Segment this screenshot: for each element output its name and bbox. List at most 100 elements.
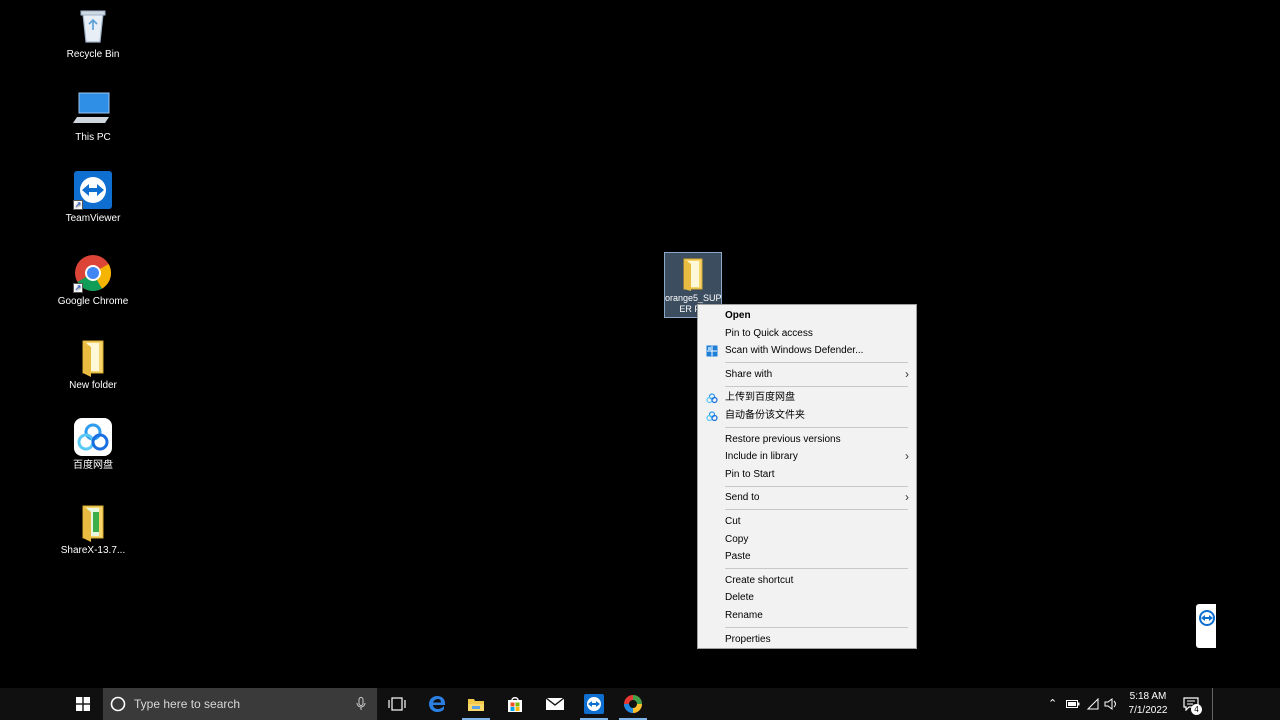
network-icon	[1087, 698, 1099, 710]
tray-device-button[interactable]	[1066, 688, 1082, 720]
menu-item-cut[interactable]: Cut	[698, 513, 916, 531]
desktop-icon-label: TeamViewer	[65, 213, 121, 224]
menu-item-label: 自动备份该文件夹	[725, 409, 805, 421]
desktop-icon-chrome[interactable]: ↗ Google Chrome	[55, 253, 131, 308]
menu-item-label: Share with	[725, 368, 773, 380]
desktop-icon-teamviewer[interactable]: ↗ TeamViewer	[55, 170, 131, 225]
windows-logo-icon	[76, 697, 90, 711]
recycle-bin-icon	[73, 6, 113, 46]
baidu-netdisk-icon	[706, 393, 718, 404]
shortcut-arrow-icon: ↗	[73, 283, 83, 293]
menu-item-label: Restore previous versions	[725, 433, 841, 445]
taskbar-file-explorer-button[interactable]	[456, 688, 496, 720]
menu-item-scan-defender[interactable]: Scan with Windows Defender...	[698, 342, 916, 360]
menu-item-label: 上传到百度网盘	[725, 392, 795, 404]
desktop-icon-label: Google Chrome	[57, 296, 129, 307]
menu-item-paste[interactable]: Paste	[698, 548, 916, 566]
mail-icon	[545, 697, 565, 710]
tray-network-button[interactable]	[1087, 688, 1101, 720]
chevron-right-icon: ›	[905, 490, 909, 505]
menu-item-upload-baidu[interactable]: 上传到百度网盘	[698, 389, 916, 407]
desktop-icon-label: 百度网盘	[73, 460, 113, 471]
taskbar-search-box[interactable]: Type here to search	[103, 688, 377, 720]
volume-icon	[1104, 698, 1116, 710]
task-view-icon	[388, 697, 406, 711]
taskbar-edge-button[interactable]	[417, 688, 457, 720]
menu-item-label: Pin to Quick access	[725, 327, 813, 339]
taskbar-store-button[interactable]	[495, 688, 535, 720]
menu-separator	[725, 568, 908, 570]
task-view-button[interactable]	[377, 688, 417, 720]
search-placeholder: Type here to search	[134, 697, 241, 711]
baidu-netdisk-icon	[706, 411, 718, 422]
taskbar-sharex-button[interactable]	[613, 688, 653, 720]
chevron-right-icon: ›	[905, 449, 909, 464]
sharex-icon	[624, 695, 642, 713]
action-center-button[interactable]: 4	[1182, 688, 1204, 720]
teamviewer-icon: ↗	[73, 170, 113, 210]
taskbar-clock[interactable]: 5:18 AM 7/1/2022	[1122, 690, 1174, 718]
chevron-up-icon: ⌃	[1048, 698, 1058, 710]
desktop-icon-sharex-folder[interactable]: ShareX-13.7...	[55, 502, 131, 557]
menu-item-label: Open	[725, 310, 751, 321]
shortcut-arrow-icon: ↗	[73, 200, 83, 210]
menu-item-label: Cut	[725, 515, 741, 527]
menu-item-label: Paste	[725, 551, 751, 563]
computer-icon	[73, 89, 113, 129]
teamviewer-side-panel-tab[interactable]	[1196, 604, 1216, 648]
menu-item-include-library[interactable]: Include in library ›	[698, 448, 916, 466]
menu-separator	[725, 362, 908, 364]
menu-separator	[725, 509, 908, 511]
menu-item-restore-previous[interactable]: Restore previous versions	[698, 431, 916, 449]
menu-item-label: Properties	[725, 633, 771, 645]
desktop-icon-recycle-bin[interactable]: Recycle Bin	[55, 6, 131, 61]
menu-item-rename[interactable]: Rename	[698, 607, 916, 625]
menu-separator	[725, 627, 908, 628]
file-explorer-icon	[468, 699, 484, 711]
chrome-icon: ↗	[73, 253, 113, 293]
selected-folder-label-line1: orange5_SUP	[665, 293, 722, 303]
menu-item-properties[interactable]: Properties	[698, 631, 916, 649]
desktop-icon-label: Recycle Bin	[66, 49, 120, 60]
battery-device-icon	[1066, 700, 1080, 708]
folder-icon	[73, 502, 113, 542]
desktop-icon-new-folder[interactable]: New folder	[55, 337, 131, 392]
taskbar-teamviewer-button[interactable]	[574, 688, 614, 720]
menu-item-open[interactable]: Open	[698, 307, 916, 325]
desktop-icon-this-pc[interactable]: This PC	[55, 89, 131, 144]
clock-date: 7/1/2022	[1128, 705, 1168, 716]
tray-volume-button[interactable]	[1104, 688, 1120, 720]
show-desktop-button[interactable]	[1212, 688, 1215, 720]
menu-item-label: Pin to Start	[725, 468, 775, 480]
windows-defender-icon	[706, 345, 718, 357]
folder-icon	[678, 257, 708, 291]
menu-item-label: Copy	[725, 533, 749, 545]
chevron-right-icon: ›	[905, 366, 909, 381]
menu-item-share-with[interactable]: Share with ›	[698, 366, 916, 384]
menu-item-pin-start[interactable]: Pin to Start	[698, 466, 916, 484]
menu-item-send-to[interactable]: Send to ›	[698, 489, 916, 507]
taskbar: Type here to search ⌃ 5:18 AM 7/1/2022 4	[0, 688, 1280, 720]
menu-item-copy[interactable]: Copy	[698, 531, 916, 549]
store-icon	[508, 697, 522, 712]
clock-time: 5:18 AM	[1129, 691, 1167, 702]
menu-item-label: Send to	[725, 492, 760, 504]
desktop-icon-label: New folder	[69, 380, 117, 391]
taskbar-mail-button[interactable]	[535, 688, 575, 720]
start-button[interactable]	[62, 688, 102, 720]
show-hidden-icons-button[interactable]: ⌃	[1048, 688, 1062, 720]
menu-item-create-shortcut[interactable]: Create shortcut	[698, 572, 916, 590]
notification-count-badge: 4	[1191, 704, 1202, 715]
menu-item-delete[interactable]: Delete	[698, 589, 916, 607]
microphone-icon[interactable]	[356, 697, 366, 711]
menu-separator	[725, 427, 908, 429]
menu-item-label: Scan with Windows Defender...	[725, 345, 864, 357]
menu-item-label: Create shortcut	[725, 574, 794, 586]
menu-item-label: Include in library	[725, 451, 798, 463]
cortana-circle-icon	[110, 696, 126, 712]
menu-item-pin-quick-access[interactable]: Pin to Quick access	[698, 325, 916, 343]
edge-icon	[429, 696, 445, 712]
desktop-icon-baidu-netdisk[interactable]: 百度网盘	[55, 417, 131, 472]
menu-item-auto-backup[interactable]: 自动备份该文件夹	[698, 407, 916, 425]
menu-separator	[725, 385, 908, 387]
